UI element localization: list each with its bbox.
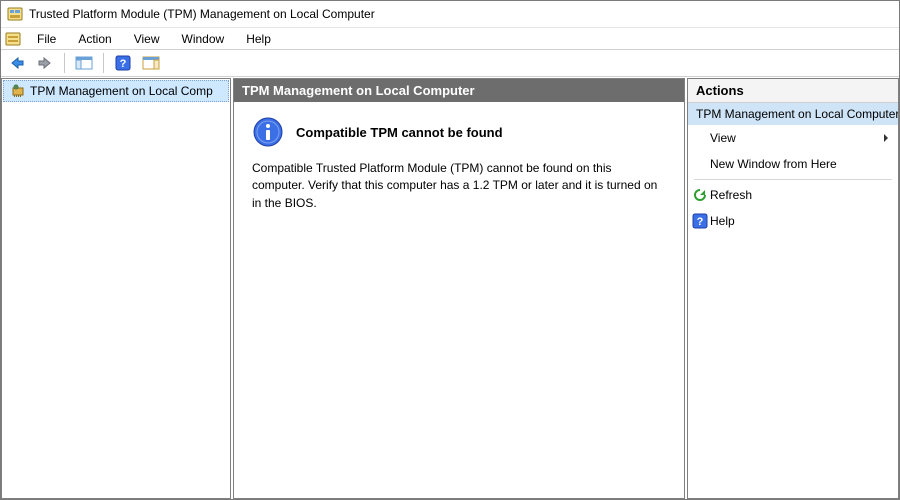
action-refresh[interactable]: Refresh [688, 182, 898, 208]
help-button[interactable]: ? [111, 52, 135, 74]
tree-pane: TPM Management on Local Comp [1, 78, 231, 499]
tpm-chip-icon [10, 83, 26, 99]
mmc-app-icon [7, 6, 23, 22]
menu-window[interactable]: Window [172, 30, 235, 48]
action-pane-icon [142, 56, 160, 70]
main-area: TPM Management on Local Comp TPM Managem… [1, 77, 899, 499]
window-title: Trusted Platform Module (TPM) Management… [29, 7, 375, 21]
help-icon: ? [692, 213, 708, 229]
help-icon: ? [115, 55, 131, 71]
action-view-label: View [710, 131, 736, 145]
info-icon [252, 116, 284, 148]
content-pane: TPM Management on Local Computer Compati… [233, 78, 685, 499]
action-help-label: Help [710, 214, 735, 228]
toolbar-separator [64, 53, 65, 73]
action-view[interactable]: View [688, 125, 898, 151]
action-refresh-label: Refresh [710, 188, 752, 202]
tree-root-item[interactable]: TPM Management on Local Comp [3, 80, 229, 102]
actions-separator [694, 179, 892, 180]
actions-pane-title: Actions [688, 79, 898, 103]
forward-button[interactable] [33, 52, 57, 74]
menubar: File Action View Window Help [1, 27, 899, 49]
action-new-window[interactable]: New Window from Here [688, 151, 898, 177]
actions-pane: Actions TPM Management on Local Computer… [687, 78, 899, 499]
panels-icon [75, 56, 93, 70]
back-button[interactable] [5, 52, 29, 74]
menu-view[interactable]: View [124, 30, 170, 48]
arrow-left-icon [9, 56, 25, 70]
svg-text:?: ? [697, 216, 704, 228]
message-title: Compatible TPM cannot be found [296, 125, 503, 140]
message-body: Compatible Trusted Platform Module (TPM)… [252, 160, 666, 212]
toolbar: ? [1, 49, 899, 77]
titlebar: Trusted Platform Module (TPM) Management… [1, 1, 899, 27]
menu-file[interactable]: File [27, 30, 66, 48]
arrow-right-icon [37, 56, 53, 70]
content-header: TPM Management on Local Computer [234, 79, 684, 102]
menu-action[interactable]: Action [68, 30, 121, 48]
toolbar-separator [103, 53, 104, 73]
menu-help[interactable]: Help [236, 30, 281, 48]
actions-section-header: TPM Management on Local Computer [688, 103, 898, 125]
show-hide-action-pane-button[interactable] [139, 52, 163, 74]
chevron-right-icon [882, 133, 890, 143]
tree-root-label: TPM Management on Local Comp [30, 84, 213, 98]
action-new-window-label: New Window from Here [710, 157, 837, 171]
mmc-menu-icon [5, 31, 21, 47]
action-help[interactable]: ? Help [688, 208, 898, 234]
refresh-icon [692, 187, 708, 203]
svg-text:?: ? [120, 58, 127, 70]
show-hide-tree-button[interactable] [72, 52, 96, 74]
content-body: Compatible TPM cannot be found Compatibl… [234, 102, 684, 498]
